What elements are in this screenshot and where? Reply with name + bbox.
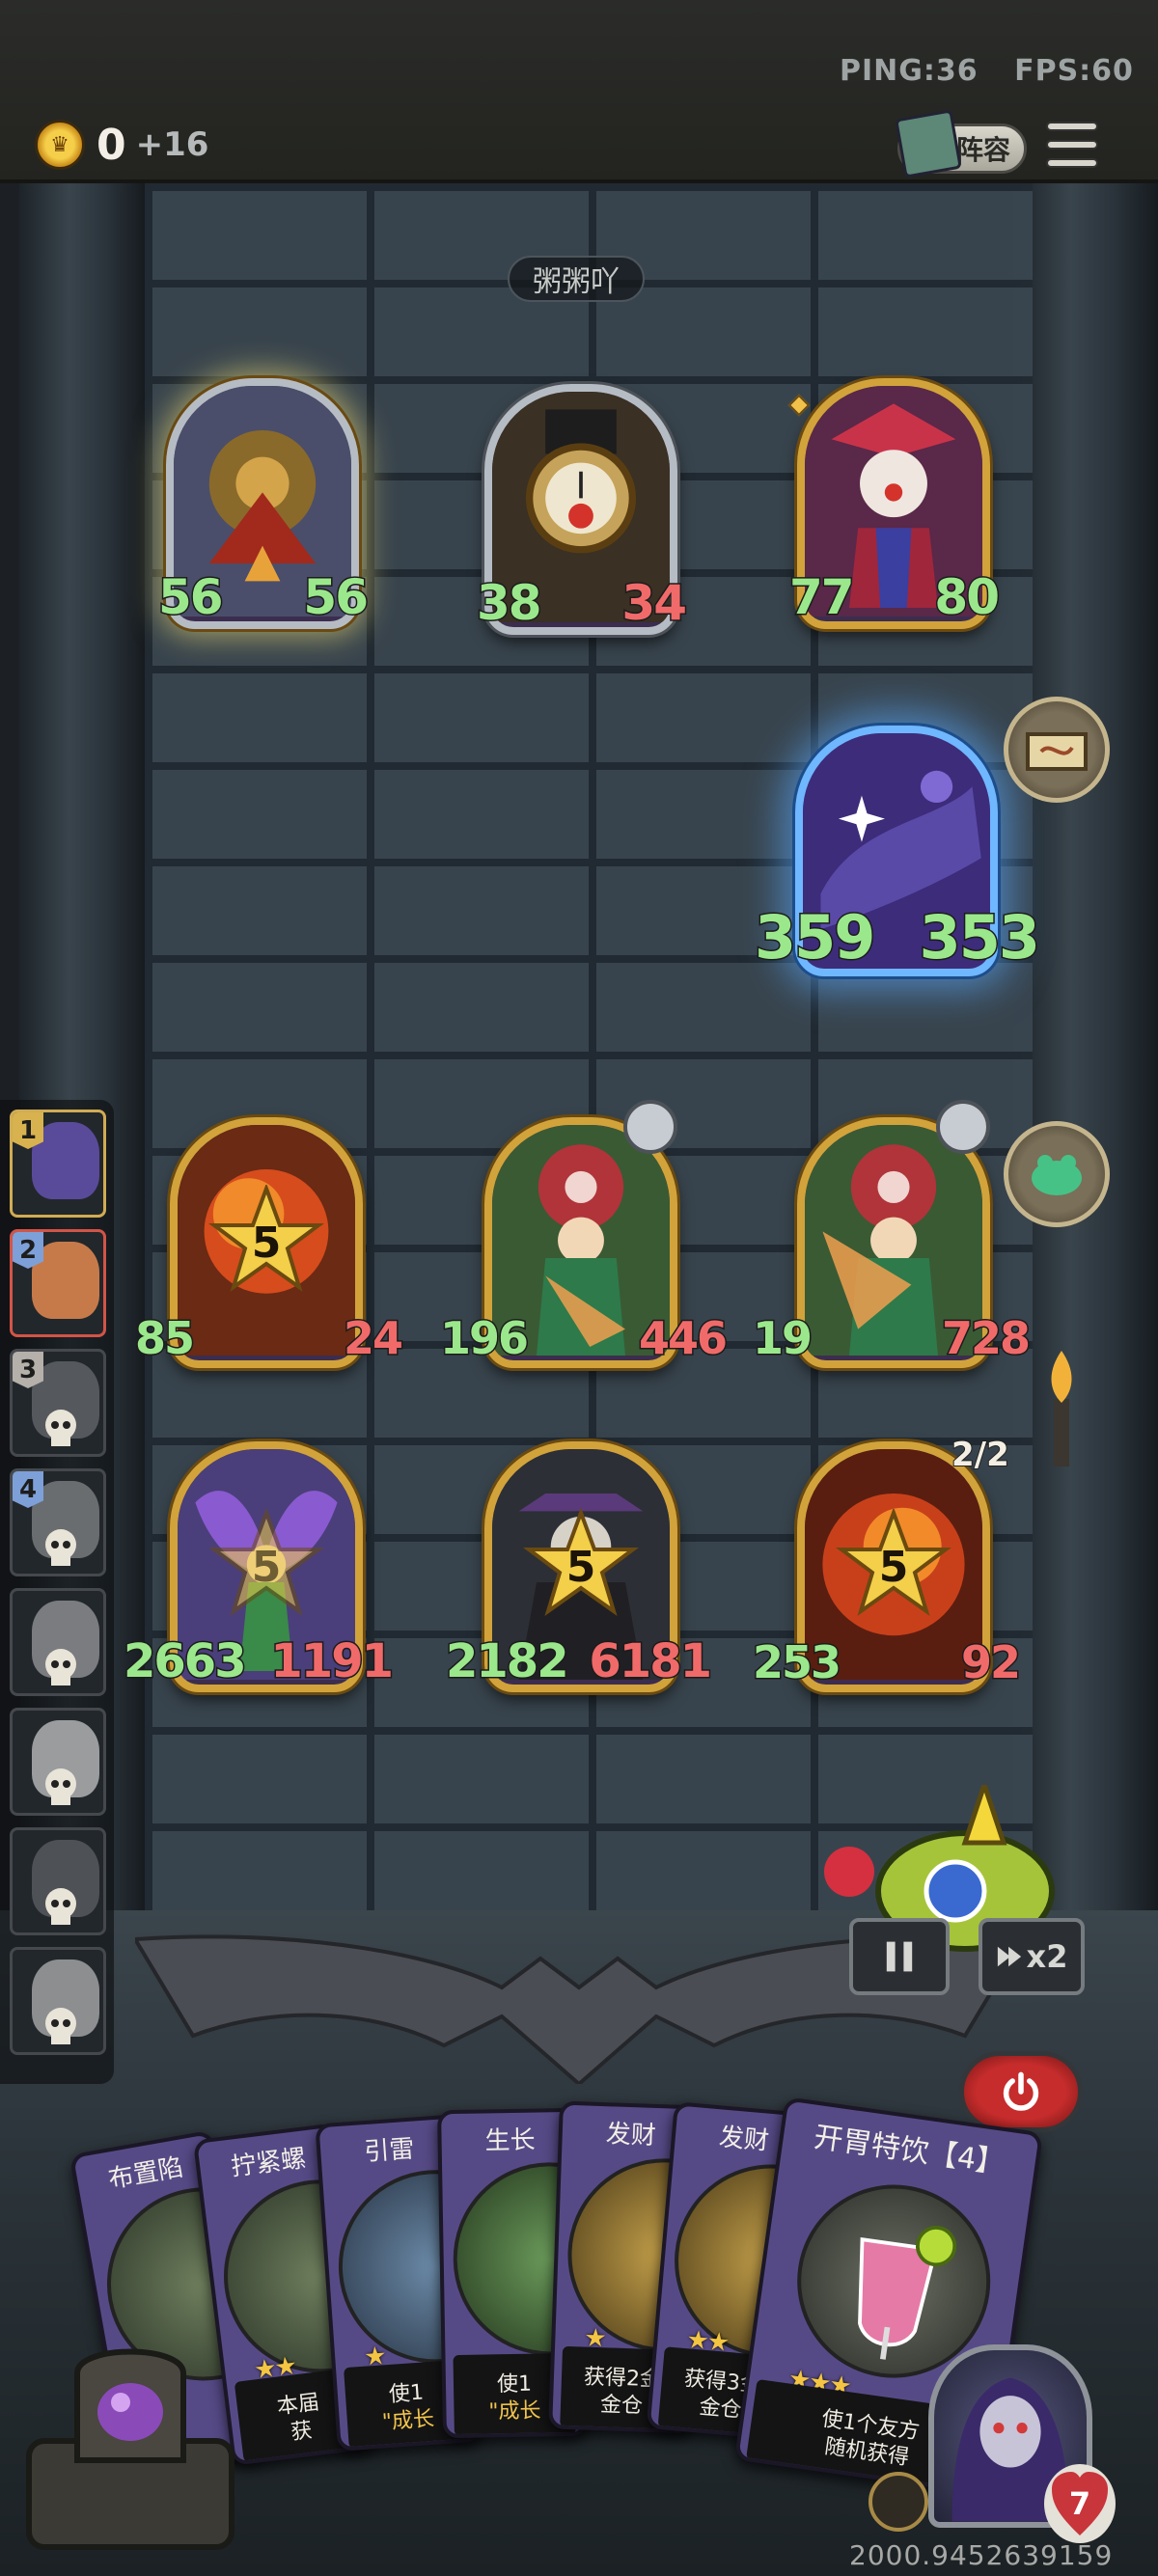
- star-level-value: 5: [251, 1218, 282, 1268]
- opponent-name: 粥粥吖: [508, 256, 645, 302]
- health-value: 34: [620, 574, 689, 633]
- health-value: 6181: [588, 1633, 714, 1690]
- lineup-label: 阵容: [955, 134, 1010, 166]
- shield-icon: [868, 2472, 928, 2532]
- attack-counter: 2/2: [951, 1435, 1010, 1475]
- roster-player-1[interactable]: 1: [10, 1110, 106, 1218]
- wall-torch-icon: [1051, 1351, 1072, 1466]
- rank-badge: 3: [13, 1352, 43, 1388]
- gold-counter: ♛ 0 +16: [35, 120, 208, 170]
- attack-value: 2663: [123, 1633, 249, 1690]
- health-value: 728: [940, 1311, 1032, 1366]
- rank-badge: 4: [13, 1471, 43, 1508]
- deck-chest[interactable]: [19, 2325, 241, 2557]
- attack-value: 56: [157, 568, 226, 627]
- player-card-flower-girl-b[interactable]: 19 728: [751, 1100, 1033, 1368]
- book-icon: [895, 109, 962, 178]
- attack-value: 38: [476, 574, 544, 633]
- menu-bar-icon: [1046, 122, 1098, 131]
- roster-player-7[interactable]: [10, 1827, 106, 1935]
- right-pillar: [1013, 183, 1158, 1949]
- shield-bubble-icon: [623, 1100, 677, 1154]
- skull-icon: [45, 1649, 76, 1685]
- menu-bar-icon: [1046, 140, 1098, 150]
- star-level-value: 5: [878, 1542, 909, 1592]
- player-card-flower-girl-a[interactable]: 196 446: [438, 1100, 730, 1368]
- enemy-card-clown[interactable]: 77 80: [788, 378, 1001, 629]
- scroll-icon: [1026, 732, 1088, 771]
- pause-icon: [886, 1941, 913, 1972]
- star-level-value: 5: [565, 1542, 596, 1592]
- frog-badge-button[interactable]: [1004, 1121, 1110, 1227]
- fps-label: FPS:60: [1014, 54, 1134, 88]
- roster-player-6[interactable]: [10, 1708, 106, 1816]
- player-card-fire-beast[interactable]: 5 85 24: [133, 1117, 405, 1368]
- roster-player-4[interactable]: 4: [10, 1468, 106, 1576]
- skull-icon: [45, 2008, 76, 2044]
- skull-icon: [45, 1529, 76, 1566]
- health-value: 80: [933, 568, 1002, 627]
- map-scroll-button[interactable]: [1004, 697, 1110, 803]
- ping-label: PING:36: [840, 54, 979, 88]
- health-value: 56: [302, 568, 371, 627]
- health-value: 92: [959, 1635, 1022, 1690]
- network-stats: PING:36 FPS:60: [840, 54, 1134, 88]
- attack-value: 196: [438, 1311, 530, 1366]
- speed-label: x2: [1026, 1938, 1068, 1975]
- boss-attack-value: 359: [753, 901, 876, 974]
- player-card-fire-lion[interactable]: 5 2/2 253 92: [751, 1435, 1023, 1692]
- enemy-boss-card[interactable]: 359 353: [753, 726, 1042, 976]
- attack-value: 77: [788, 568, 857, 627]
- enemy-card-gear-knight[interactable]: 56 56: [157, 378, 370, 629]
- attack-value: 253: [751, 1635, 842, 1690]
- pause-button[interactable]: [849, 1918, 950, 1995]
- player-card-plague-hat[interactable]: 5 2182 6181: [445, 1441, 713, 1692]
- roster-player-3[interactable]: 3: [10, 1349, 106, 1457]
- surrender-button[interactable]: [959, 2051, 1083, 2132]
- star-level-value: 5: [251, 1542, 282, 1592]
- rank-badge: 2: [13, 1232, 43, 1269]
- power-icon: [1003, 2071, 1039, 2111]
- health-value: 1191: [269, 1633, 396, 1690]
- rank-badge: 1: [13, 1112, 43, 1149]
- roster-player-8[interactable]: [10, 1947, 106, 2055]
- player-card-fairy[interactable]: 5 2663 1191: [123, 1441, 395, 1692]
- boss-health-value: 353: [918, 901, 1041, 974]
- attack-value: 2182: [445, 1633, 571, 1690]
- roster-player-2[interactable]: 2: [10, 1229, 106, 1337]
- health-value: 446: [637, 1311, 729, 1366]
- roster-player-5[interactable]: [10, 1588, 106, 1696]
- skull-icon: [45, 1888, 76, 1925]
- skull-icon: [45, 1768, 76, 1805]
- enemy-card-clock-gentleman[interactable]: 38 34: [476, 384, 688, 635]
- attack-value: 85: [133, 1311, 196, 1366]
- frog-icon: [1032, 1155, 1082, 1195]
- match-seed: 2000.9452639159: [849, 2539, 1114, 2571]
- skull-icon: [45, 1410, 76, 1446]
- shield-bubble-icon: [936, 1100, 990, 1154]
- speed-button[interactable]: x2: [979, 1918, 1085, 1995]
- menu-button[interactable]: [1046, 122, 1098, 170]
- menu-bar-icon: [1046, 158, 1098, 168]
- gold-income: +16: [135, 125, 209, 164]
- fast-forward-icon: [997, 1946, 1021, 1967]
- attack-value: 19: [751, 1311, 813, 1366]
- health-value: 24: [342, 1311, 404, 1366]
- gold-amount: 0: [96, 120, 126, 170]
- player-roster: 1 2 3 4: [0, 1100, 114, 2084]
- coin-icon: ♛: [35, 120, 85, 170]
